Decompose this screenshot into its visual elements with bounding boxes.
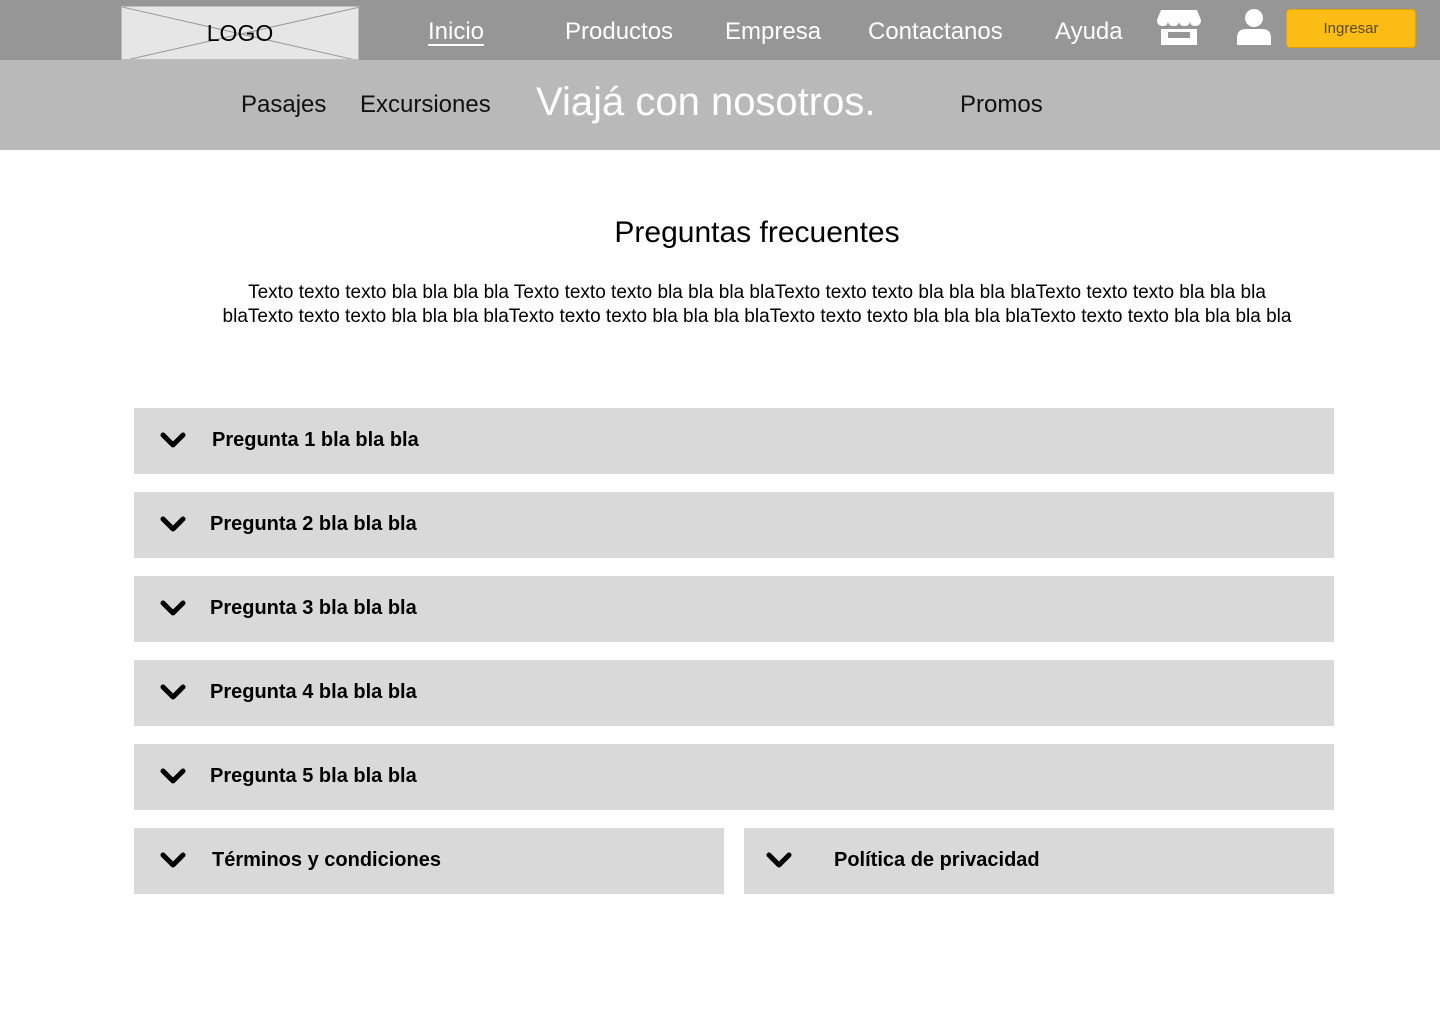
faq-question-label: Pregunta 5 bla bla bla: [210, 765, 417, 787]
faq-item-1[interactable]: Pregunta 1 bla bla bla: [134, 408, 1334, 474]
nav-contactanos[interactable]: Contactanos: [868, 18, 1003, 46]
sub-nav-bar: Pasajes Excursiones Viajá con nosotros. …: [0, 60, 1440, 150]
chevron-down-icon: [160, 516, 186, 532]
subnav-pasajes[interactable]: Pasajes: [241, 91, 326, 119]
chevron-down-icon: [160, 684, 186, 700]
login-button[interactable]: Ingresar: [1286, 9, 1416, 48]
faq-question-label: Pregunta 3 bla bla bla: [210, 597, 417, 619]
chevron-down-icon: [160, 768, 186, 784]
faq-item-3[interactable]: Pregunta 3 bla bla bla: [134, 576, 1334, 642]
faq-question-label: Pregunta 2 bla bla bla: [210, 513, 417, 535]
faq-item-2[interactable]: Pregunta 2 bla bla bla: [134, 492, 1334, 558]
page-title: Preguntas frecuentes: [614, 216, 900, 249]
terms-accordion[interactable]: Términos y condiciones: [134, 828, 724, 894]
faq-question-label: Pregunta 1 bla bla bla: [212, 429, 419, 451]
top-nav-bar: LOGO Inicio Productos Empresa Contactano…: [0, 0, 1440, 60]
terms-label: Términos y condiciones: [212, 849, 441, 871]
logo-text: LOGO: [206, 20, 274, 46]
chevron-down-icon: [160, 600, 186, 616]
store-icon[interactable]: [1157, 8, 1201, 51]
chevron-down-icon: [766, 852, 792, 868]
privacy-accordion[interactable]: Política de privacidad: [744, 828, 1334, 894]
subnav-promos[interactable]: Promos: [960, 91, 1043, 119]
user-icon[interactable]: [1237, 8, 1271, 51]
faq-item-4[interactable]: Pregunta 4 bla bla bla: [134, 660, 1334, 726]
chevron-down-icon: [160, 432, 186, 448]
subnav-excursiones[interactable]: Excursiones: [360, 91, 491, 119]
logo-placeholder[interactable]: LOGO: [121, 6, 359, 60]
nav-ayuda[interactable]: Ayuda: [1055, 18, 1123, 46]
nav-inicio[interactable]: Inicio: [428, 18, 484, 46]
nav-empresa[interactable]: Empresa: [725, 18, 821, 46]
faq-item-5[interactable]: Pregunta 5 bla bla bla: [134, 744, 1334, 810]
chevron-down-icon: [160, 852, 186, 868]
faq-intro-text: Texto texto texto bla bla bla bla Texto …: [222, 282, 1292, 327]
nav-productos[interactable]: Productos: [565, 18, 673, 46]
slogan: Viajá con nosotros.: [536, 80, 876, 124]
privacy-label: Política de privacidad: [834, 849, 1040, 871]
faq-question-label: Pregunta 4 bla bla bla: [210, 681, 417, 703]
